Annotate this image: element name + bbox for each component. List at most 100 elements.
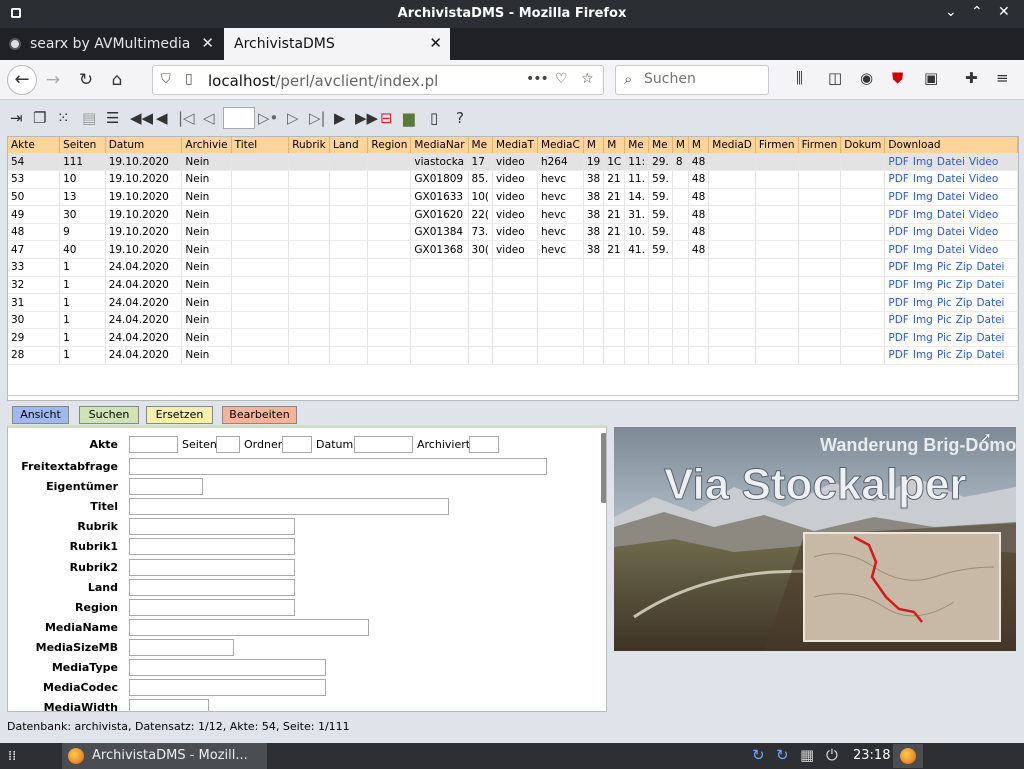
logout-icon[interactable]: ⇥ bbox=[10, 107, 23, 129]
taskbar-item-firefox[interactable]: ArchivistaDMS - Mozill... bbox=[62, 743, 267, 769]
maximize-icon[interactable]: ⌃ bbox=[971, 4, 983, 20]
download-link[interactable]: Datei bbox=[937, 244, 965, 256]
column-header[interactable]: Land bbox=[329, 137, 369, 153]
document-preview-image[interactable]: Wanderung Brig-Domodossola Via Stockalpe… bbox=[614, 427, 1016, 651]
field-input[interactable] bbox=[129, 498, 449, 516]
column-header[interactable]: Akte bbox=[8, 137, 61, 153]
account-icon[interactable]: ◉ bbox=[860, 69, 873, 87]
datum-input[interactable] bbox=[354, 436, 413, 453]
tracking-shield-icon[interactable]: ⛉ bbox=[161, 72, 171, 87]
download-link[interactable]: Datei bbox=[937, 209, 965, 221]
list-add-icon[interactable]: ☰ bbox=[106, 107, 119, 129]
download-link[interactable]: PDF bbox=[888, 332, 908, 344]
power-icon[interactable]: ⏻ bbox=[826, 746, 838, 764]
download-link[interactable]: PDF bbox=[888, 209, 908, 221]
table-row[interactable]: 29 1 24.04.2020 Nein PDF Img Pic Zip Datei bbox=[8, 328, 1018, 348]
column-header[interactable]: Datum bbox=[105, 137, 183, 153]
download-link[interactable]: Video bbox=[969, 191, 998, 203]
column-header[interactable]: Firmen bbox=[798, 137, 842, 153]
image-icon[interactable]: ▤ bbox=[82, 107, 96, 129]
search-input[interactable] bbox=[644, 71, 762, 87]
download-link[interactable]: Zip bbox=[956, 261, 973, 273]
column-header[interactable]: M bbox=[603, 137, 626, 153]
previous-page-icon[interactable]: ◁ bbox=[203, 107, 215, 129]
download-link[interactable]: Img bbox=[913, 173, 933, 185]
download-link[interactable]: Video bbox=[969, 156, 998, 168]
table-row[interactable]: 33 1 24.04.2020 Nein PDF Img Pic Zip Datei bbox=[8, 258, 1018, 277]
tab-archivistadms[interactable]: ArchivistaDMS ✕ bbox=[224, 28, 450, 60]
column-header[interactable]: M bbox=[672, 137, 689, 153]
download-link[interactable]: Datei bbox=[976, 332, 1004, 344]
download-link[interactable]: Datei bbox=[976, 314, 1004, 326]
ublock-icon[interactable]: ⛊ bbox=[892, 69, 903, 87]
download-link[interactable]: Img bbox=[913, 156, 933, 168]
reload-icon[interactable]: ↻ bbox=[73, 67, 99, 93]
download-link[interactable]: Datei bbox=[976, 297, 1004, 309]
table-row[interactable]: 28 1 24.04.2020 Nein PDF Img Pic Zip Datei bbox=[8, 346, 1018, 365]
update-icon[interactable]: ↻ bbox=[752, 746, 765, 764]
page-info-icon[interactable]: ▯ bbox=[185, 71, 193, 87]
field-input[interactable] bbox=[129, 578, 295, 596]
help-icon[interactable]: ? bbox=[456, 107, 464, 129]
mobile-view-icon[interactable]: ▯ bbox=[430, 107, 438, 129]
download-link[interactable]: Video bbox=[969, 209, 998, 221]
search-bar[interactable]: ⌕ bbox=[615, 65, 769, 95]
download-link[interactable]: Img bbox=[913, 244, 933, 256]
tab-ansicht[interactable]: Ansicht bbox=[12, 406, 69, 424]
ordner-input[interactable] bbox=[282, 436, 312, 453]
seiten-input[interactable] bbox=[216, 436, 240, 453]
library-icon[interactable]: ⫼ bbox=[796, 69, 803, 87]
column-header[interactable]: Download bbox=[884, 137, 1018, 153]
minimize-icon[interactable]: ⌄ bbox=[945, 4, 957, 20]
download-link[interactable]: Img bbox=[913, 226, 933, 238]
download-link[interactable]: PDF bbox=[888, 261, 908, 273]
page-actions-icon[interactable]: ••• bbox=[526, 71, 549, 87]
download-link[interactable]: Img bbox=[913, 314, 933, 326]
table-row[interactable]: 31 1 24.04.2020 Nein PDF Img Pic Zip Datei bbox=[8, 293, 1018, 312]
column-header[interactable]: Me bbox=[624, 137, 650, 153]
keyboard-icon[interactable]: ▦ bbox=[800, 746, 814, 764]
column-header[interactable]: Rubrik bbox=[288, 137, 331, 153]
table-row[interactable]: 49 30 19.10.2020 Nein GX01620 22(video hevc 38 2… bbox=[8, 205, 1018, 224]
download-link[interactable]: Img bbox=[913, 349, 933, 361]
download-link[interactable]: Datei bbox=[937, 191, 965, 203]
download-link[interactable]: PDF bbox=[888, 191, 908, 203]
download-link[interactable]: Zip bbox=[956, 349, 973, 361]
column-header[interactable]: Dokum bbox=[840, 137, 886, 153]
archiviert-input[interactable] bbox=[469, 436, 499, 453]
download-link[interactable]: Datei bbox=[937, 173, 965, 185]
table-row[interactable]: 54 111 19.10.2020 Nein viastocka 17 video h264 1… bbox=[8, 153, 1018, 172]
akte-input[interactable] bbox=[129, 436, 178, 453]
table-row[interactable]: 50 13 19.10.2020 Nein GX01633 10(video hevc 38 2… bbox=[8, 188, 1018, 207]
tab-suchen[interactable]: Suchen bbox=[79, 406, 139, 424]
download-link[interactable]: PDF bbox=[888, 314, 908, 326]
pocket-icon[interactable]: ♡ bbox=[555, 71, 568, 87]
download-link[interactable]: PDF bbox=[888, 244, 908, 256]
download-link[interactable]: Pic bbox=[937, 261, 952, 273]
home-icon[interactable]: ⌂ bbox=[104, 67, 130, 93]
next-record-icon[interactable]: ▶ bbox=[334, 107, 346, 129]
column-header[interactable]: Me bbox=[648, 137, 673, 153]
hamburger-menu-icon[interactable]: ≡ bbox=[996, 69, 1009, 87]
close-icon[interactable]: ✕ bbox=[998, 4, 1010, 20]
download-link[interactable]: Pic bbox=[937, 297, 952, 309]
url-bar[interactable]: ⛉ ▯ localhost/perl/avclient/index.pl •••… bbox=[152, 65, 604, 95]
download-link[interactable]: PDF bbox=[888, 279, 908, 291]
column-header[interactable]: MediaD bbox=[708, 137, 756, 153]
download-link[interactable]: Datei bbox=[976, 279, 1004, 291]
tab-searx[interactable]: searx by AVMultimedia ✕ bbox=[0, 28, 222, 60]
field-input[interactable] bbox=[129, 659, 326, 676]
download-link[interactable]: Video bbox=[969, 173, 998, 185]
download-link[interactable]: Img bbox=[913, 279, 933, 291]
download-link[interactable]: Pic bbox=[937, 279, 952, 291]
table-row[interactable]: 47 40 19.10.2020 Nein GX01368 30(video hevc 38 2… bbox=[8, 240, 1018, 260]
extension-icon[interactable]: ▣ bbox=[924, 69, 938, 87]
table-row[interactable]: 53 10 19.10.2020 Nein GX01809 85. video hevc 38 2… bbox=[8, 170, 1018, 189]
go-page-icon[interactable]: ▷• bbox=[258, 107, 278, 129]
grid-resize-handle[interactable] bbox=[7, 392, 1019, 396]
column-header[interactable]: Me bbox=[468, 137, 494, 153]
field-input[interactable] bbox=[129, 518, 295, 536]
download-link[interactable]: PDF bbox=[888, 156, 908, 168]
form-scrollbar[interactable] bbox=[601, 433, 606, 503]
field-input[interactable] bbox=[129, 699, 209, 711]
